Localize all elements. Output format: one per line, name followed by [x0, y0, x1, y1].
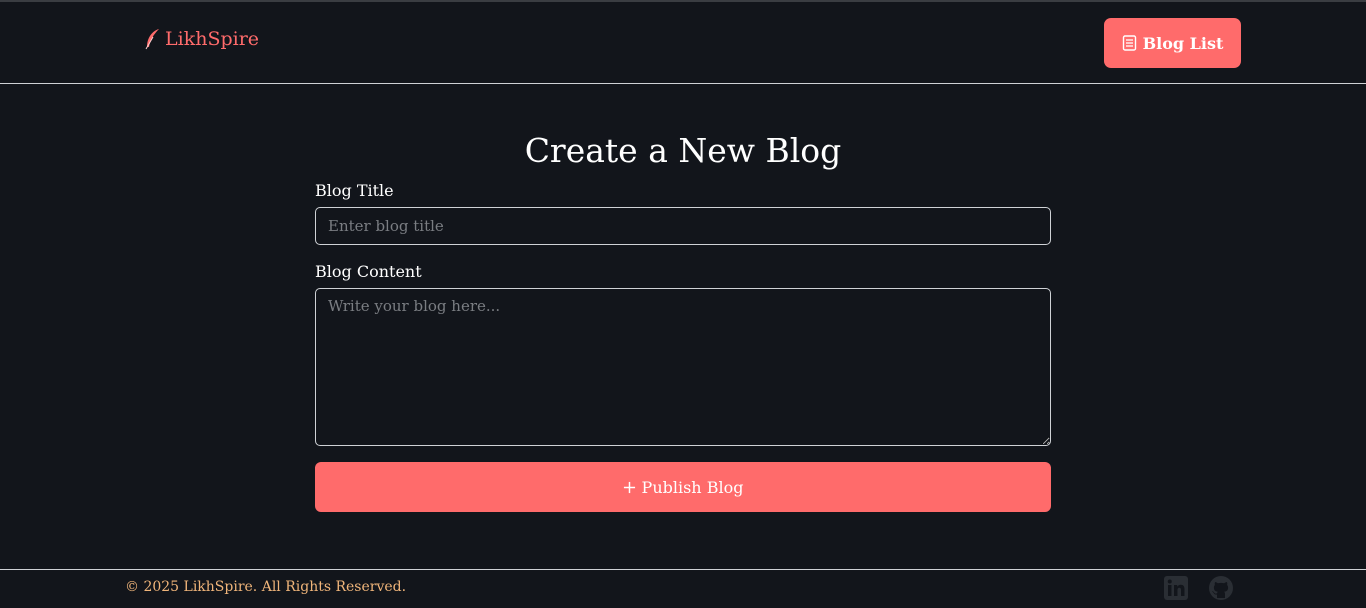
linkedin-icon [1164, 576, 1188, 600]
footer: © 2025 LikhSpire. All Rights Reserved. [0, 569, 1366, 608]
linkedin-link[interactable] [1163, 575, 1189, 601]
blog-content-textarea[interactable] [315, 288, 1051, 446]
github-icon [1209, 576, 1233, 600]
copyright-text: © 2025 LikhSpire. All Rights Reserved. [125, 579, 407, 595]
publish-blog-label: Publish Blog [641, 477, 744, 497]
feather-icon [145, 29, 159, 50]
blog-content-label: Blog Content [315, 262, 422, 281]
navbar: LikhSpire Blog List [0, 2, 1366, 84]
blog-title-label: Blog Title [315, 181, 394, 200]
blog-list-label: Blog List [1142, 33, 1224, 53]
publish-blog-button[interactable]: Publish Blog [315, 462, 1051, 512]
list-icon [1122, 35, 1136, 51]
blog-title-input[interactable] [315, 207, 1051, 245]
github-link[interactable] [1208, 575, 1234, 601]
blog-list-button[interactable]: Blog List [1104, 18, 1241, 68]
brand-logo-link[interactable]: LikhSpire [144, 28, 259, 50]
brand-name: LikhSpire [165, 28, 260, 50]
create-blog-form: Create a New Blog Blog Title Blog Conten… [315, 84, 1051, 512]
plus-icon [623, 481, 635, 493]
page-title: Create a New Blog [524, 131, 842, 170]
